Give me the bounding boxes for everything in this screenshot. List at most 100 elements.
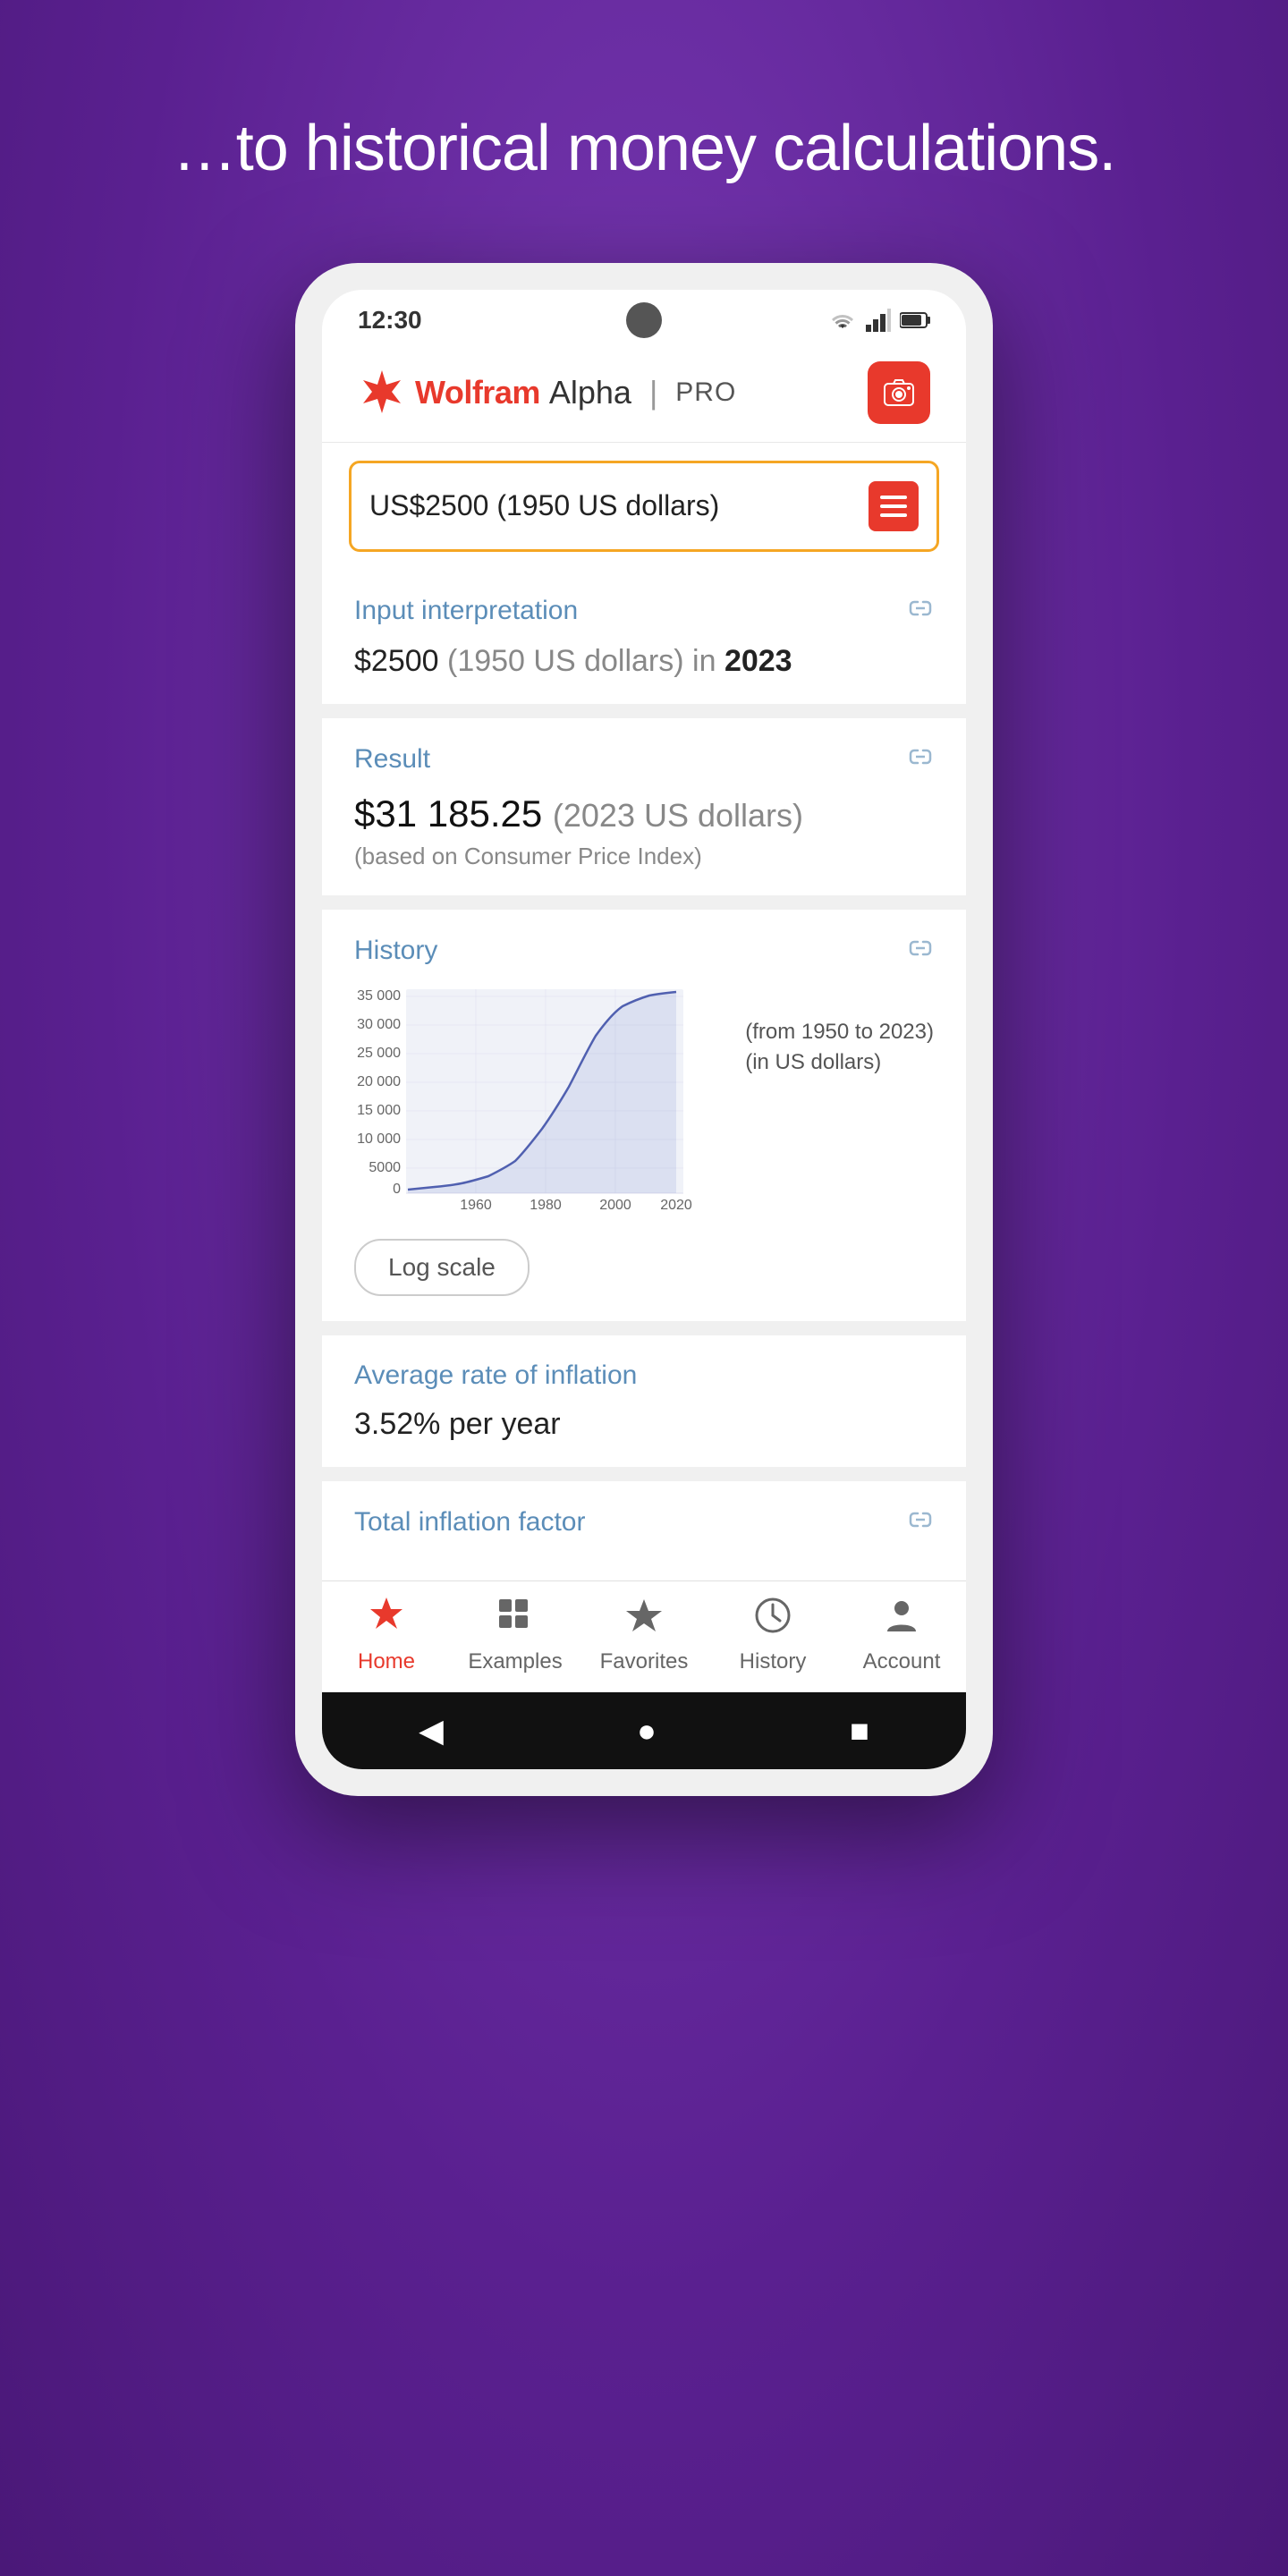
nav-home-label: Home <box>358 1649 415 1674</box>
result-section: Result $31 185.25 (2023 US dollars) (bas… <box>322 718 966 895</box>
app-header: Wolfram Alpha | PRO <box>322 343 966 443</box>
camera-icon <box>883 377 915 409</box>
camera-button[interactable] <box>868 361 930 424</box>
status-icons <box>828 309 930 332</box>
interpretation-context: (1950 US dollars) in <box>447 644 716 678</box>
average-inflation-title: Average rate of inflation <box>354 1360 637 1391</box>
section-header-result: Result <box>354 743 934 776</box>
input-interpretation-section: Input interpretation $2500 (1950 US doll… <box>322 570 966 704</box>
interpretation-dollar: $2500 <box>354 644 439 678</box>
wifi-icon <box>828 309 857 332</box>
result-parens: (2023 US dollars) <box>553 797 803 834</box>
interpretation-year: 2023 <box>724 644 792 678</box>
star-icon <box>624 1596 664 1635</box>
wolfram-pro-label: PRO <box>675 377 736 408</box>
svg-text:15 000: 15 000 <box>357 1103 401 1118</box>
svg-text:35 000: 35 000 <box>357 988 401 1004</box>
android-recent-button[interactable]: ■ <box>850 1712 869 1750</box>
svg-text:2000: 2000 <box>599 1198 631 1213</box>
android-nav-bar: ◀ ● ■ <box>322 1692 966 1769</box>
chain-link-icon <box>907 595 934 622</box>
chart-in-label: (in US dollars) <box>745 1050 934 1075</box>
interpretation-text: $2500 (1950 US dollars) in 2023 <box>354 644 934 679</box>
nav-favorites-label: Favorites <box>600 1649 689 1674</box>
nav-history-label: History <box>740 1649 807 1674</box>
chart-right-labels: (from 1950 to 2023) (in US dollars) <box>745 984 934 1075</box>
examples-icon <box>496 1596 535 1644</box>
section-header-total: Total inflation factor <box>354 1506 934 1539</box>
svg-text:30 000: 30 000 <box>357 1017 401 1032</box>
home-icon <box>367 1596 406 1644</box>
history-chart: 35 000 30 000 25 000 20 000 15 000 10 00… <box>354 984 694 1216</box>
link-icon-interpretation[interactable] <box>907 595 934 628</box>
home-star-icon <box>367 1596 406 1635</box>
svg-text:1980: 1980 <box>530 1198 562 1213</box>
total-inflation-title: Total inflation factor <box>354 1507 585 1538</box>
account-icon <box>882 1596 921 1644</box>
camera-notch <box>626 302 662 338</box>
input-interpretation-title: Input interpretation <box>354 596 578 626</box>
nav-history[interactable]: History <box>719 1596 826 1674</box>
chart-svg-wrapper: 35 000 30 000 25 000 20 000 15 000 10 00… <box>354 984 727 1221</box>
phone-mockup: 12:30 <box>295 263 993 1796</box>
link-icon-result[interactable] <box>907 743 934 776</box>
person-icon <box>882 1596 921 1635</box>
link-icon-history[interactable] <box>907 935 934 968</box>
link-icon-total[interactable] <box>907 1506 934 1539</box>
svg-text:2020: 2020 <box>660 1198 692 1213</box>
menu-icon <box>880 496 907 517</box>
chain-link-icon-history <box>907 935 934 962</box>
wolfram-brand-alpha: Alpha <box>549 374 631 411</box>
bottom-nav: Home Examples <box>322 1580 966 1692</box>
svg-text:10 000: 10 000 <box>357 1131 401 1147</box>
result-title: Result <box>354 744 430 775</box>
svg-text:0: 0 <box>393 1182 401 1197</box>
phone-screen: 12:30 <box>322 290 966 1769</box>
total-inflation-section: Total inflation factor <box>322 1481 966 1580</box>
chain-link-icon-result <box>907 743 934 770</box>
clock-icon <box>753 1596 792 1635</box>
status-time: 12:30 <box>358 306 422 335</box>
average-inflation-section: Average rate of inflation 3.52% per year <box>322 1335 966 1467</box>
nav-account[interactable]: Account <box>848 1596 955 1674</box>
content-area: Input interpretation $2500 (1950 US doll… <box>322 570 966 1580</box>
android-home-button[interactable]: ● <box>637 1712 657 1750</box>
wolfram-logo: Wolfram Alpha | PRO <box>358 369 736 417</box>
search-box[interactable]: US$2500 (1950 US dollars) <box>349 461 939 552</box>
chart-area: 35 000 30 000 25 000 20 000 15 000 10 00… <box>354 984 934 1221</box>
favorites-icon <box>624 1596 664 1644</box>
history-icon <box>753 1596 792 1644</box>
nav-home[interactable]: Home <box>333 1596 440 1674</box>
result-value: $31 185.25 (2023 US dollars) <box>354 792 934 835</box>
svg-text:1960: 1960 <box>460 1198 492 1213</box>
wolfram-brand-wolfram: Wolfram <box>415 374 540 411</box>
inflation-value: 3.52% per year <box>354 1407 934 1442</box>
wolfram-star-icon <box>358 369 406 417</box>
chart-from-label: (from 1950 to 2023) <box>745 1020 934 1045</box>
hero-text: …to historical money calculations. <box>173 107 1115 191</box>
nav-account-label: Account <box>863 1649 941 1674</box>
history-title: History <box>354 936 437 966</box>
search-input[interactable]: US$2500 (1950 US dollars) <box>369 489 860 522</box>
svg-text:20 000: 20 000 <box>357 1074 401 1089</box>
section-header-inflation: Average rate of inflation <box>354 1360 934 1391</box>
nav-examples-label: Examples <box>468 1649 562 1674</box>
chain-link-icon-total <box>907 1506 934 1533</box>
svg-text:5000: 5000 <box>369 1160 401 1175</box>
search-menu-button[interactable] <box>869 481 919 531</box>
android-back-button[interactable]: ◀ <box>419 1712 444 1750</box>
svg-text:25 000: 25 000 <box>357 1046 401 1061</box>
nav-examples[interactable]: Examples <box>462 1596 569 1674</box>
wolfram-divider: | <box>649 374 657 411</box>
result-note: (based on Consumer Price Index) <box>354 843 934 870</box>
battery-icon <box>900 311 930 329</box>
history-section: History 35 000 30 000 <box>322 910 966 1321</box>
section-header-interpretation: Input interpretation <box>354 595 934 628</box>
nav-favorites[interactable]: Favorites <box>590 1596 698 1674</box>
section-header-history: History <box>354 935 934 968</box>
status-bar: 12:30 <box>322 290 966 343</box>
log-scale-button[interactable]: Log scale <box>354 1239 530 1296</box>
signal-icon <box>866 309 891 332</box>
grid-icon <box>496 1596 535 1635</box>
search-container: US$2500 (1950 US dollars) <box>322 443 966 570</box>
